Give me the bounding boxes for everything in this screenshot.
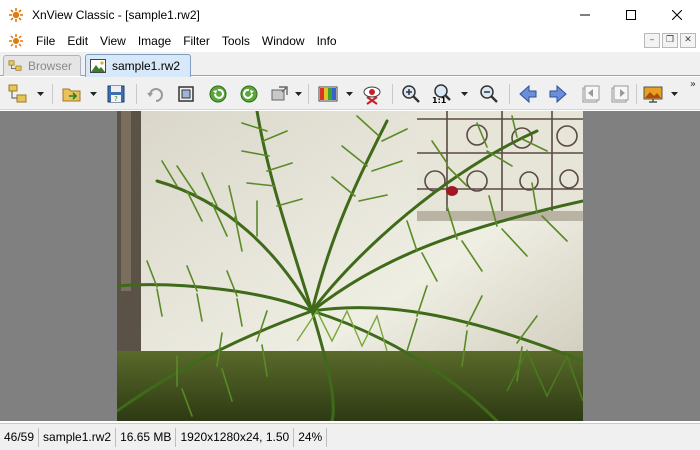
minimize-button[interactable] <box>562 0 608 30</box>
tab-sample-image[interactable]: sample1.rw2 <box>85 54 191 77</box>
zoom-actual-button[interactable]: 1:1 <box>431 82 455 106</box>
dropdown-arrow-icon <box>461 92 468 96</box>
last-page-icon <box>611 85 629 103</box>
mdi-restore-button[interactable]: ❐ <box>662 33 678 48</box>
adjust-colors-icon <box>318 86 338 102</box>
crop-icon <box>178 86 194 102</box>
menu-edit[interactable]: Edit <box>61 30 94 52</box>
slideshow-dropdown[interactable] <box>670 87 679 101</box>
save-icon: ? <box>107 85 125 103</box>
menu-tools[interactable]: Tools <box>216 30 256 52</box>
adjust-colors-dropdown[interactable] <box>345 87 354 101</box>
status-bar: 46/59 sample1.rw2 16.65 MB 1920x1280x24,… <box>0 423 700 450</box>
zoom-in-icon <box>402 85 420 103</box>
previous-image-icon <box>519 84 537 104</box>
zoom-out-button[interactable] <box>477 82 501 106</box>
folder-tree-button[interactable] <box>6 82 30 106</box>
menu-window[interactable]: Window <box>256 30 311 52</box>
dropdown-arrow-icon <box>37 92 44 96</box>
document-menu-icon[interactable] <box>8 33 24 49</box>
toolbar: ? 1:1 » <box>0 77 700 110</box>
xnview-logo-icon <box>9 8 23 22</box>
toolbar-overflow-button[interactable]: » <box>690 79 696 90</box>
menu-info[interactable]: Info <box>311 30 343 52</box>
open-folder-button[interactable] <box>60 82 84 106</box>
image-viewer[interactable] <box>0 111 700 421</box>
rotate-left-button[interactable] <box>206 82 230 106</box>
save-button[interactable]: ? <box>104 82 128 106</box>
status-position: 46/59 <box>0 427 40 447</box>
open-dropdown[interactable] <box>89 87 98 101</box>
status-dimensions: 1920x1280x24, 1.50 <box>176 427 295 447</box>
previous-image-button[interactable] <box>516 82 540 106</box>
tab-bar: Browser sample1.rw2 <box>0 52 700 77</box>
menu-view[interactable]: View <box>94 30 132 52</box>
resize-dropdown[interactable] <box>294 87 303 101</box>
next-image-button[interactable] <box>546 82 570 106</box>
open-folder-icon <box>62 88 81 102</box>
menu-bar: File Edit View Image Filter Tools Window… <box>0 30 700 52</box>
slideshow-button[interactable] <box>641 82 665 106</box>
slideshow-icon <box>643 86 663 103</box>
undo-icon <box>147 88 163 102</box>
maximize-button[interactable] <box>608 0 654 30</box>
first-page-icon <box>582 85 600 103</box>
menu-filter[interactable]: Filter <box>177 30 216 52</box>
crop-button[interactable] <box>174 82 198 106</box>
zoom-in-button[interactable] <box>399 82 423 106</box>
tab-browser-label: Browser <box>27 59 72 73</box>
menu-file[interactable]: File <box>30 30 61 52</box>
rotate-left-icon <box>209 85 227 103</box>
zoom-1to1-label: 1:1 <box>432 96 447 105</box>
tab-image-label: sample1.rw2 <box>112 59 181 73</box>
last-page-button[interactable] <box>608 82 632 106</box>
browser-icon <box>8 60 22 71</box>
window-title: XnView Classic - [sample1.rw2] <box>32 8 200 22</box>
undo-button[interactable] <box>144 82 168 106</box>
tab-browser[interactable]: Browser <box>3 55 81 76</box>
dropdown-arrow-icon <box>346 92 353 96</box>
mdi-close-button[interactable]: ✕ <box>680 33 696 48</box>
mdi-minimize-button[interactable]: – <box>644 33 660 48</box>
svg-text:?: ? <box>114 95 118 103</box>
maximize-icon <box>626 10 636 20</box>
image-canvas <box>117 111 583 421</box>
dropdown-arrow-icon <box>295 92 302 96</box>
mdi-controls: – ❐ ✕ <box>644 33 696 48</box>
first-page-button[interactable] <box>579 82 603 106</box>
dropdown-arrow-icon <box>90 92 97 96</box>
rotate-right-icon <box>240 85 258 103</box>
folder-tree-dropdown[interactable] <box>36 87 45 101</box>
status-filename: sample1.rw2 <box>39 427 117 447</box>
next-image-icon <box>549 84 567 104</box>
title-bar: XnView Classic - [sample1.rw2] <box>0 0 700 30</box>
red-eye-button[interactable] <box>360 82 384 106</box>
close-button[interactable] <box>654 0 700 30</box>
image-icon <box>90 59 106 73</box>
close-icon <box>672 10 682 20</box>
zoom-out-icon <box>480 85 498 103</box>
minimize-icon <box>580 14 590 16</box>
dropdown-arrow-icon <box>671 92 678 96</box>
red-eye-icon <box>363 86 381 105</box>
resize-icon <box>271 86 288 101</box>
status-zoom: 24% <box>294 427 328 447</box>
folder-tree-icon <box>8 84 27 103</box>
resize-button[interactable] <box>268 82 292 106</box>
status-filesize: 16.65 MB <box>116 427 177 447</box>
menu-image[interactable]: Image <box>132 30 177 52</box>
adjust-colors-button[interactable] <box>316 82 340 106</box>
zoom-dropdown[interactable] <box>460 87 469 101</box>
rotate-right-button[interactable] <box>237 82 261 106</box>
